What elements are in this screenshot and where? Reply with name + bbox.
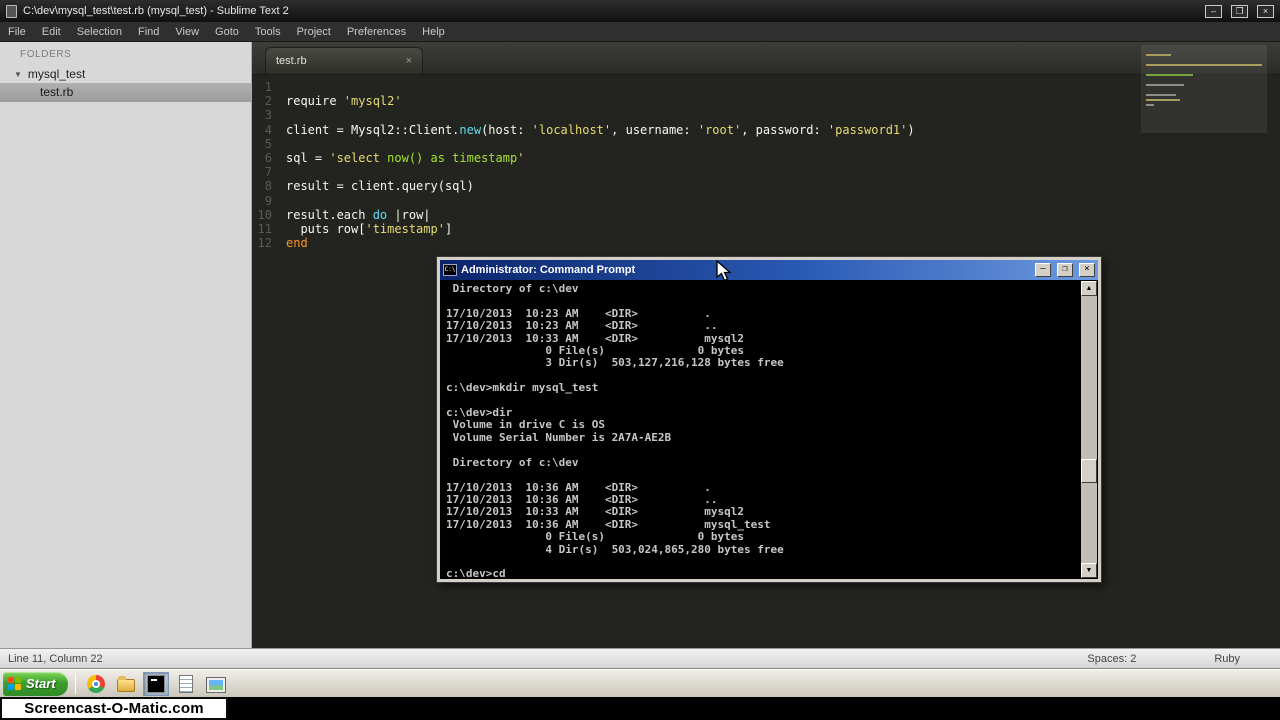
chrome-icon[interactable] xyxy=(83,672,109,696)
window-title: C:\dev\mysql_test\test.rb (mysql_test) -… xyxy=(23,5,289,17)
cmd-output[interactable]: Directory of c:\dev 17/10/2013 10:23 AM … xyxy=(446,283,1078,577)
quick-launch xyxy=(83,671,229,696)
windows-flag-icon xyxy=(8,677,21,690)
cmd-window: C:\ Administrator: Command Prompt – ❐ × … xyxy=(436,256,1102,583)
code-line[interactable]: 2 require 'mysql2' xyxy=(252,94,1280,108)
cmd-body[interactable]: Directory of c:\dev 17/10/2013 10:23 AM … xyxy=(440,280,1098,579)
watermark: Screencast-O-Matic.com xyxy=(0,697,228,720)
taskbar: Start xyxy=(0,669,1280,697)
sidebar-folder-mysql_test[interactable]: ▼ mysql_test xyxy=(0,65,251,83)
code-line[interactable]: 10 result.each do |row| xyxy=(252,208,1280,222)
desktop: C:\dev\mysql_test\test.rb (mysql_test) -… xyxy=(0,0,1280,720)
code-line[interactable]: 6 sql = 'select now() as timestamp' xyxy=(252,151,1280,165)
bottom-strip: Screencast-O-Matic.com xyxy=(0,697,1280,720)
tab-label: test.rb xyxy=(276,55,307,67)
menu-bar: File Edit Selection Find View Goto Tools Projec… xyxy=(0,22,1280,42)
scrollbar-thumb[interactable] xyxy=(1081,459,1097,484)
code-line[interactable]: 4 client = Mysql2::Client.new(host: 'loca… xyxy=(252,123,1280,137)
start-button[interactable]: Start xyxy=(3,671,68,696)
menu-edit[interactable]: Edit xyxy=(34,26,69,38)
image-viewer-icon[interactable] xyxy=(203,672,229,696)
code-line[interactable]: 12 end xyxy=(252,236,1280,250)
cmd-close-button[interactable]: × xyxy=(1079,263,1095,277)
cmd-titlebar[interactable]: C:\ Administrator: Command Prompt – ❐ × xyxy=(440,260,1098,280)
cmd-minimize-button[interactable]: – xyxy=(1035,263,1051,277)
caret-position: Line 11, Column 22 xyxy=(8,653,103,665)
menu-preferences[interactable]: Preferences xyxy=(339,26,414,38)
menu-selection[interactable]: Selection xyxy=(69,26,130,38)
sublime-app-icon xyxy=(6,4,17,18)
syntax-setting[interactable]: Ruby xyxy=(1214,653,1240,665)
cmd-scrollbar[interactable]: ▲ ▼ xyxy=(1081,281,1097,578)
sidebar-file-test-rb[interactable]: test.rb xyxy=(0,83,251,102)
tab-close-icon[interactable]: × xyxy=(406,55,412,67)
scroll-up-icon[interactable]: ▲ xyxy=(1081,281,1097,296)
close-button[interactable]: × xyxy=(1257,4,1274,18)
status-bar: Line 11, Column 22 Spaces: 2 Ruby xyxy=(0,648,1280,669)
maximize-button[interactable]: ❐ xyxy=(1231,4,1248,18)
menu-file[interactable]: File xyxy=(0,26,34,38)
minimap[interactable] xyxy=(1141,45,1267,133)
folder-label: mysql_test xyxy=(27,67,86,81)
cmd-maximize-button[interactable]: ❐ xyxy=(1057,263,1073,277)
code-line[interactable]: 9 xyxy=(252,194,1280,208)
menu-view[interactable]: View xyxy=(167,26,207,38)
cmd-title: Administrator: Command Prompt xyxy=(461,264,636,276)
tab-test-rb[interactable]: test.rb × xyxy=(265,47,423,74)
code-line[interactable]: 1 xyxy=(252,80,1280,94)
tab-bar: test.rb × xyxy=(252,42,1280,75)
menu-tools[interactable]: Tools xyxy=(247,26,289,38)
code-line[interactable]: 3 xyxy=(252,108,1280,122)
menu-goto[interactable]: Goto xyxy=(207,26,247,38)
sublime-titlebar[interactable]: C:\dev\mysql_test\test.rb (mysql_test) -… xyxy=(0,0,1280,22)
start-label: Start xyxy=(26,676,56,691)
notepad-icon[interactable] xyxy=(173,672,199,696)
minimize-button[interactable]: – xyxy=(1205,4,1222,18)
mouse-cursor-icon xyxy=(716,260,732,282)
code-line[interactable]: 7 xyxy=(252,165,1280,179)
status-right: Spaces: 2 Ruby xyxy=(1087,653,1272,665)
menu-find[interactable]: Find xyxy=(130,26,167,38)
code-line[interactable]: 11 puts row['timestamp'] xyxy=(252,222,1280,236)
command-prompt-icon[interactable] xyxy=(142,671,169,696)
cmd-icon: C:\ xyxy=(443,264,457,276)
chevron-down-icon[interactable]: ▼ xyxy=(14,70,22,79)
file-label: test.rb xyxy=(40,85,74,99)
menu-help[interactable]: Help xyxy=(414,26,453,38)
folder-icon[interactable] xyxy=(113,672,139,696)
sidebar-header: FOLDERS xyxy=(20,49,72,60)
scroll-down-icon[interactable]: ▼ xyxy=(1081,563,1097,578)
indent-setting[interactable]: Spaces: 2 xyxy=(1087,653,1136,665)
code-line[interactable]: 5 xyxy=(252,137,1280,151)
taskbar-divider xyxy=(74,673,76,694)
code-line[interactable]: 8 result = client.query(sql) xyxy=(252,179,1280,193)
menu-project[interactable]: Project xyxy=(289,26,339,38)
sidebar: FOLDERS ▼ mysql_test test.rb xyxy=(0,42,252,648)
